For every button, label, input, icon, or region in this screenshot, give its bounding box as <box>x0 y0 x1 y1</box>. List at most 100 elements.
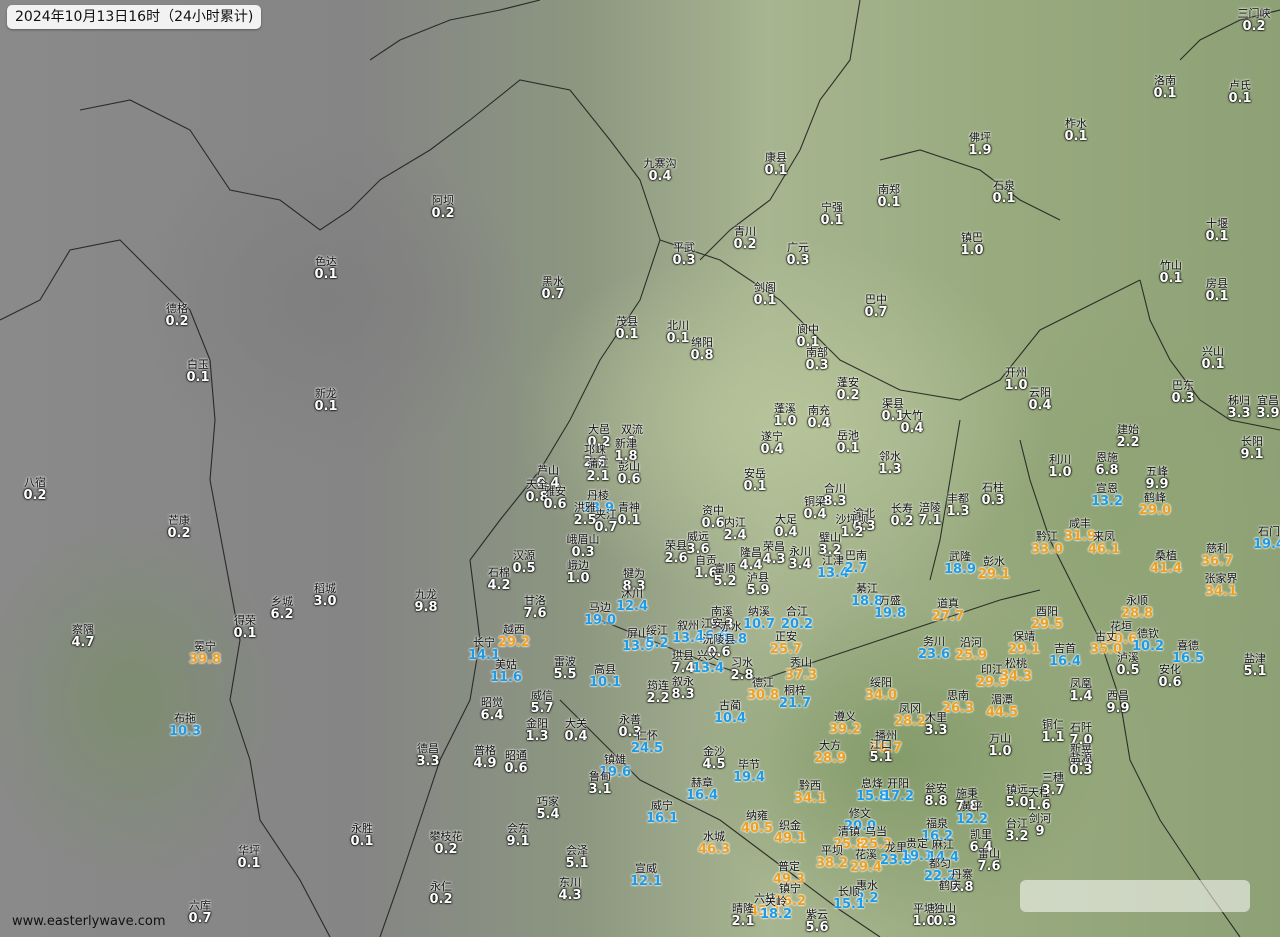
station-rainfall-value: 0.8 <box>690 348 714 363</box>
station-marker: 新龙 0.1 <box>314 388 337 414</box>
station-marker: 剑阁 0.1 <box>753 282 776 308</box>
station-rainfall-value: 28.9 <box>813 751 847 766</box>
station-rainfall-value: 41.4 <box>1149 561 1183 576</box>
station-rainfall-value: 0.1 <box>1064 129 1088 144</box>
station-marker: 会泽 5.1 <box>565 845 588 871</box>
station-marker: 宣威 12.1 <box>630 863 662 889</box>
station-marker: 遂宁 0.4 <box>760 431 783 457</box>
station-rainfall-value: 0.6 <box>617 472 641 487</box>
station-marker: 镇巴 1.0 <box>960 232 983 258</box>
station-marker: 木里 3.3 <box>924 712 947 738</box>
station-rainfall-value: 3.7 <box>1041 783 1065 798</box>
station-marker: 正安 25.7 <box>770 631 802 657</box>
station-marker: 宁强 0.1 <box>820 202 843 228</box>
station-rainfall-value: 9.9 <box>1106 701 1130 716</box>
station-rainfall-value: 1.4 <box>1069 689 1093 704</box>
station-marker: 蓬安 0.2 <box>836 377 859 403</box>
station-marker: 张家界 34.1 <box>1205 573 1238 599</box>
station-marker: 合江 20.2 <box>781 606 813 632</box>
station-rainfall-value: 2.5 <box>573 513 597 528</box>
station-marker: 沿河 25.9 <box>955 637 987 663</box>
station-marker: 永胜 0.1 <box>350 823 373 849</box>
station-marker: 茂县 0.1 <box>615 316 638 342</box>
station-name: 鹤庆 <box>939 879 961 892</box>
station-marker: 凤冈 28.2 <box>894 703 926 729</box>
station-rainfall-value: 2.2 <box>646 691 670 706</box>
station-marker: 石柱 0.3 <box>981 482 1004 508</box>
station-marker: 剑河 9 <box>1029 813 1051 839</box>
station-rainfall-value: 19.8 <box>873 606 907 621</box>
station-marker: 松桃 34.3 <box>1000 658 1032 684</box>
station-rainfall-value: 5.6 <box>805 920 829 935</box>
station-rainfall-value: 13.2 <box>1090 494 1124 509</box>
station-marker: 绥江 5.2 <box>645 625 668 651</box>
station-rainfall-value: 34.3 <box>999 669 1033 684</box>
station-rainfall-value: 12.4 <box>615 599 649 614</box>
station-rainfall-value: 1.3 <box>946 504 970 519</box>
station-marker: 德江 30.8 <box>747 677 779 703</box>
station-marker: 洪雅 2.5 <box>573 502 596 528</box>
station-rainfall-value: 0.3 <box>571 545 595 560</box>
station-marker: 汉源 0.5 <box>512 550 535 576</box>
station-rainfall-value: 12.1 <box>629 874 663 889</box>
station-marker: 永仁 0.2 <box>429 881 452 907</box>
station-rainfall-value: 0.1 <box>314 399 338 414</box>
station-marker: 南郑 0.1 <box>877 184 900 210</box>
station-rainfall-value: 13.4 <box>691 661 725 676</box>
station-marker: 泸溪 0.5 <box>1116 652 1139 678</box>
station-marker: 桑植 41.4 <box>1150 550 1182 576</box>
station-rainfall-value: 28.8 <box>1120 606 1154 621</box>
station-marker: 叙永 8.3 <box>671 676 694 702</box>
station-marker: 荣县 2.6 <box>664 540 687 566</box>
station-marker: 东川 4.3 <box>558 877 581 903</box>
station-rainfall-value: 1.3 <box>878 462 902 477</box>
station-marker: 普格 4.9 <box>473 745 496 771</box>
station-marker: 南部 0.3 <box>805 347 828 373</box>
station-rainfall-value: 1.0 <box>773 414 797 429</box>
station-marker: 青川 0.2 <box>733 226 756 252</box>
station-marker: 威信 5.7 <box>530 690 553 716</box>
station-rainfall-value: 11.6 <box>489 670 523 685</box>
station-marker: 涪陵 7.1 <box>918 502 941 528</box>
station-rainfall-value: 2.1 <box>731 914 755 929</box>
station-marker: 瓮安 8.8 <box>924 783 947 809</box>
station-rainfall-value: 2.6 <box>664 551 688 566</box>
station-rainfall-value: 0.4 <box>900 421 924 436</box>
station-rainfall-value: 5.9 <box>746 583 770 598</box>
station-rainfall-value: 0.1 <box>1159 271 1183 286</box>
station-rainfall-value: 29.1 <box>1007 642 1041 657</box>
station-marker: 泸县 5.9 <box>746 572 769 598</box>
station-marker: 广元 0.3 <box>786 242 809 268</box>
station-marker: 大足 0.4 <box>774 514 797 540</box>
station-rainfall-value: 19.4 <box>732 770 766 785</box>
station-rainfall-value: 29.5 <box>1030 617 1064 632</box>
station-marker: 安化 0.6 <box>1158 664 1181 690</box>
station-rainfall-value: 27.7 <box>931 609 965 624</box>
station-rainfall-value: 18.9 <box>943 562 977 577</box>
station-marker: 昭觉 6.4 <box>480 697 503 723</box>
station-rainfall-value: 1.0 <box>1004 378 1028 393</box>
station-marker: 平武 0.3 <box>672 242 695 268</box>
station-rainfall-value: 0.1 <box>1201 357 1225 372</box>
station-marker: 遵义 39.2 <box>829 711 861 737</box>
station-marker: 水城 46.3 <box>698 831 730 857</box>
station-marker: 三门峡 0.2 <box>1238 8 1271 34</box>
station-rainfall-value: 0.1 <box>237 856 261 871</box>
station-rainfall-value: 10.4 <box>713 711 747 726</box>
station-rainfall-value: 0.4 <box>807 416 831 431</box>
station-rainfall-value: 0.2 <box>890 514 914 529</box>
station-marker: 峨眉山 0.3 <box>567 534 600 560</box>
station-marker: 蓬溪 1.0 <box>773 403 796 429</box>
station-marker: 五峰 9.9 <box>1145 466 1168 492</box>
station-marker: 九龙 9.8 <box>414 589 437 615</box>
station-rainfall-value: 3.3 <box>1227 406 1251 421</box>
station-rainfall-value: 19.4 <box>1252 537 1280 552</box>
station-rainfall-value: 3.9 <box>1256 406 1280 421</box>
station-rainfall-value: 37.3 <box>784 668 818 683</box>
station-rainfall-value: 25.9 <box>954 648 988 663</box>
station-rainfall-value: 0.1 <box>233 626 257 641</box>
station-marker: 秭归 3.3 <box>1227 395 1250 421</box>
station-marker: 开阳 17.2 <box>882 778 914 804</box>
station-marker: 察隅 4.7 <box>71 624 94 650</box>
station-rainfall-value: 9.1 <box>506 834 530 849</box>
